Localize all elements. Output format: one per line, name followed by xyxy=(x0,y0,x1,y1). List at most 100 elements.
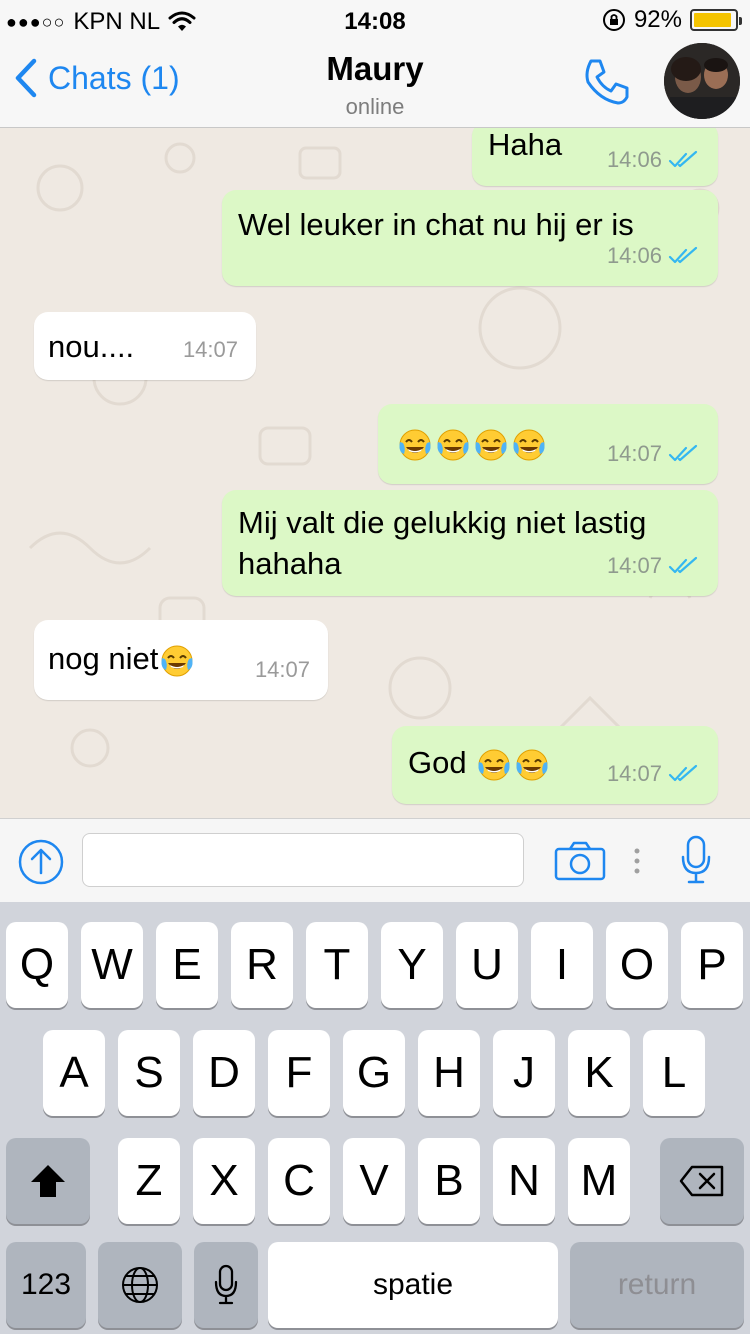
read-ticks-icon xyxy=(668,444,698,461)
key-g[interactable]: G xyxy=(343,1030,405,1116)
space-key[interactable]: spatie xyxy=(268,1242,558,1328)
message-text: nog niet xyxy=(48,638,196,680)
message-time: 14:07 xyxy=(606,761,662,786)
key-e[interactable]: E xyxy=(156,922,218,1008)
key-k[interactable]: K xyxy=(568,1030,630,1116)
message-text-line: God xyxy=(408,745,467,780)
key-d[interactable]: D xyxy=(193,1030,255,1116)
message-text: nou.... xyxy=(48,326,134,367)
incoming-message-bubble[interactable]: nou.... 14:07 xyxy=(34,312,256,380)
key-l[interactable]: L xyxy=(643,1030,705,1116)
back-label: Chats (1) xyxy=(48,59,180,96)
return-key[interactable]: return xyxy=(570,1242,744,1328)
key-c[interactable]: C xyxy=(268,1138,330,1224)
numbers-key[interactable]: 123 xyxy=(6,1242,86,1328)
tears-of-joy-emoji-icon xyxy=(516,749,548,781)
message-time: 14:06 xyxy=(606,147,662,172)
key-s[interactable]: S xyxy=(118,1030,180,1116)
outgoing-message-bubble[interactable]: 14:07 xyxy=(378,404,718,484)
key-f[interactable]: F xyxy=(268,1030,330,1116)
message-text: Wel leuker in chat nu hij er is xyxy=(238,204,634,245)
message-list[interactable]: Haha 14:06 Wel leuker in chat nu hij er is… xyxy=(0,128,750,818)
shift-arrow-icon xyxy=(31,1165,65,1197)
contact-avatar[interactable] xyxy=(664,43,740,119)
read-ticks-icon xyxy=(668,246,698,263)
message-time: 14:07 xyxy=(254,657,310,682)
message-meta: 14:06 xyxy=(607,139,700,180)
key-q[interactable]: Q xyxy=(6,922,68,1008)
dictation-key[interactable] xyxy=(194,1242,258,1328)
message-meta: 14:06 xyxy=(607,235,700,276)
orientation-lock-icon xyxy=(602,9,625,31)
message-meta: 14:07 xyxy=(183,329,238,370)
outgoing-message-bubble[interactable]: Wel leuker in chat nu hij er is 14:06 xyxy=(222,190,718,286)
microphone-icon xyxy=(214,1264,238,1305)
key-j[interactable]: J xyxy=(493,1030,555,1116)
key-n[interactable]: N xyxy=(493,1138,555,1224)
key-w[interactable]: W xyxy=(81,922,143,1008)
incoming-message-bubble[interactable]: nog niet 14:07 xyxy=(34,620,328,700)
avatar-photo xyxy=(664,43,740,119)
upload-arrow-icon[interactable] xyxy=(18,839,64,885)
key-i[interactable]: I xyxy=(531,922,593,1008)
message-meta: 14:07 xyxy=(607,545,700,586)
keyboard: QWERTYUIOP ASDFGHJKL ZXCVBNM 123 spatie … xyxy=(0,902,750,1334)
outgoing-message-bubble[interactable]: God 14:07 xyxy=(392,726,718,804)
message-text: Haha xyxy=(488,128,562,165)
key-m[interactable]: M xyxy=(568,1138,630,1224)
battery-percentage: 92% xyxy=(633,6,682,33)
message-text-line: nog niet xyxy=(48,641,159,676)
message-time: 14:06 xyxy=(606,243,662,268)
separator-dots-icon xyxy=(634,848,640,874)
battery-level xyxy=(694,13,731,27)
message-text: God xyxy=(408,742,551,784)
status-bar: ●●●○○ KPN NL 14:08 92% xyxy=(0,0,750,40)
key-v[interactable]: V xyxy=(343,1138,405,1224)
phone-call-icon[interactable] xyxy=(580,56,632,108)
message-text: Mij valt die gelukkig niet lastig hahaha xyxy=(238,502,646,584)
read-ticks-icon xyxy=(668,764,698,781)
tears-of-joy-emoji-icon xyxy=(161,645,193,677)
message-text-line: Wel leuker in chat nu hij er is xyxy=(238,207,634,242)
shift-key[interactable] xyxy=(6,1138,90,1224)
battery-icon xyxy=(690,9,742,31)
outgoing-message-bubble[interactable]: Mij valt die gelukkig niet lastig hahaha 1… xyxy=(222,490,718,596)
key-p[interactable]: P xyxy=(681,922,743,1008)
message-text-line: nou.... xyxy=(48,329,135,364)
key-b[interactable]: B xyxy=(418,1138,480,1224)
key-t[interactable]: T xyxy=(306,922,368,1008)
message-meta: 14:07 xyxy=(607,753,700,794)
message-text-line: Mij valt die gelukkig niet lastig xyxy=(238,505,647,540)
chevron-left-icon xyxy=(15,58,37,98)
status-right: 92% xyxy=(602,6,742,34)
message-text-line: hahaha xyxy=(238,546,342,581)
tears-of-joy-emoji-icon xyxy=(475,429,507,461)
tears-of-joy-emoji-icon xyxy=(399,429,431,461)
outgoing-message-bubble[interactable]: Haha 14:06 xyxy=(472,128,718,186)
tears-of-joy-emoji-icon xyxy=(513,429,545,461)
key-a[interactable]: A xyxy=(43,1030,105,1116)
tears-of-joy-emoji-icon xyxy=(478,749,510,781)
message-time: 14:07 xyxy=(606,441,662,466)
backspace-icon xyxy=(679,1165,724,1197)
backspace-key[interactable] xyxy=(660,1138,744,1224)
message-time: 14:07 xyxy=(606,553,662,578)
message-text-line: Haha xyxy=(488,128,563,162)
key-z[interactable]: Z xyxy=(118,1138,180,1224)
key-y[interactable]: Y xyxy=(381,922,443,1008)
key-r[interactable]: R xyxy=(231,922,293,1008)
microphone-icon[interactable] xyxy=(680,835,712,885)
message-meta: 14:07 xyxy=(255,649,310,690)
read-ticks-icon xyxy=(668,556,698,573)
camera-icon[interactable] xyxy=(554,841,606,881)
back-button[interactable]: Chats (1) xyxy=(14,58,180,98)
globe-key[interactable] xyxy=(98,1242,182,1328)
key-o[interactable]: O xyxy=(606,922,668,1008)
read-ticks-icon xyxy=(668,150,698,167)
message-time: 14:07 xyxy=(182,337,238,362)
message-input[interactable] xyxy=(82,833,524,887)
key-h[interactable]: H xyxy=(418,1030,480,1116)
composer xyxy=(0,818,750,902)
key-x[interactable]: X xyxy=(193,1138,255,1224)
key-u[interactable]: U xyxy=(456,922,518,1008)
